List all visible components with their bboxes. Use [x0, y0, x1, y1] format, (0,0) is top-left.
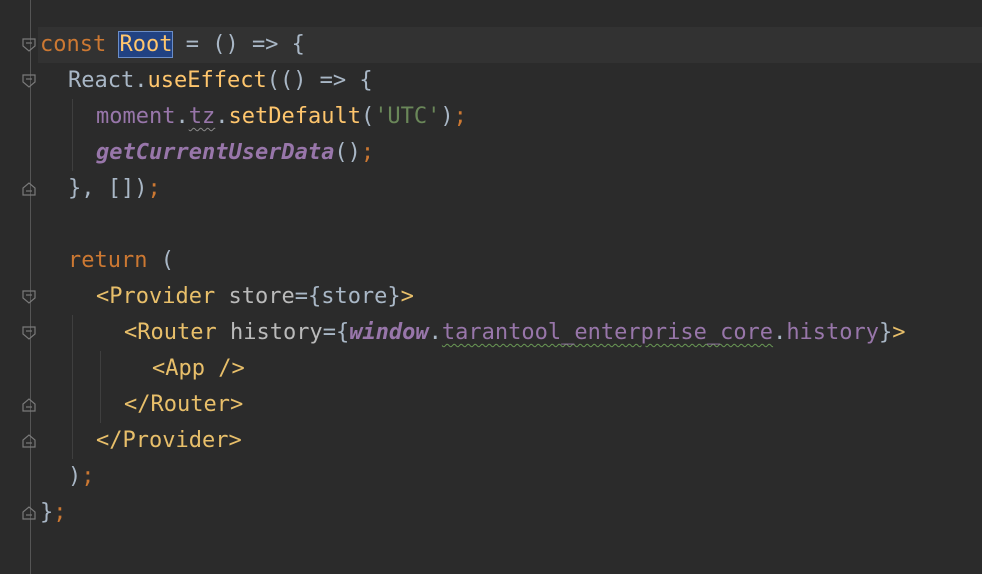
semicolon: ; — [360, 140, 375, 165]
code-token: = — [294, 284, 308, 309]
jsx-attr-store: store — [215, 284, 295, 309]
identifier-moment: moment — [96, 104, 176, 129]
property-tarantool-enterprise-core: tarantool_enterprise_core — [441, 320, 774, 345]
string-utc: 'UTC' — [374, 104, 441, 129]
jsx-tag-close-bracket: > — [892, 320, 906, 345]
code-line-2[interactable]: React.useEffect(() => { — [68, 63, 373, 99]
function-setdefault: setDefault — [228, 104, 361, 129]
code-line-4[interactable]: getCurrentUserData(); — [96, 135, 374, 171]
selected-identifier-root[interactable]: Root — [118, 31, 174, 58]
code-token: () — [334, 140, 361, 165]
jsx-tag-provider-close: </Provider> — [96, 428, 242, 453]
code-line-11[interactable]: </Router> — [124, 387, 243, 423]
semicolon: ; — [81, 464, 95, 489]
code-line-12[interactable]: </Provider> — [96, 423, 242, 459]
jsx-tag-close-bracket: > — [400, 284, 414, 309]
semicolon: ; — [147, 176, 161, 201]
semicolon: ; — [53, 500, 67, 525]
code-token: (() => { — [266, 68, 373, 93]
jsx-tag-provider-open: <Provider — [96, 284, 216, 309]
code-token: . — [175, 104, 189, 129]
keyword-return: return — [68, 248, 148, 273]
fold-close-icon[interactable] — [22, 434, 36, 448]
indent-guide — [72, 99, 73, 171]
function-getcurrentuserdata: getCurrentUserData — [96, 140, 335, 165]
code-line-3[interactable]: moment.tz.setDefault('UTC'); — [96, 99, 467, 135]
code-token: . — [773, 320, 787, 345]
identifier-react: React — [68, 68, 135, 93]
fold-close-icon[interactable] — [22, 506, 36, 520]
fold-close-icon[interactable] — [22, 182, 36, 196]
fold-open-icon[interactable] — [22, 290, 36, 304]
identifier-window: window — [349, 320, 429, 345]
code-line-1[interactable]: const Root = () => { — [40, 27, 305, 63]
code-token: { — [335, 320, 350, 345]
property-history: history — [786, 320, 880, 345]
indent-guide — [72, 315, 73, 459]
fold-open-icon[interactable] — [22, 326, 36, 340]
code-line-7[interactable]: return ( — [68, 243, 174, 279]
code-line-9[interactable]: <Router history={window.tarantool_enterp… — [124, 315, 906, 351]
jsx-tag-app: <App /> — [152, 356, 245, 381]
function-useeffect: useEffect — [147, 68, 267, 93]
code-line-13[interactable]: ); — [68, 459, 95, 495]
code-token: }, []) — [68, 176, 148, 201]
jsx-attr-value: {store} — [307, 284, 401, 309]
code-token: ) — [68, 464, 82, 489]
jsx-tag-router-close: </Router> — [124, 392, 244, 417]
code-token: } — [40, 500, 54, 525]
code-token: = () => { — [172, 32, 305, 57]
code-token: . — [134, 68, 148, 93]
code-token: } — [879, 320, 893, 345]
code-token: . — [428, 320, 442, 345]
semicolon: ; — [453, 104, 467, 129]
code-token: = — [322, 320, 336, 345]
property-tz: tz — [188, 104, 216, 129]
indent-guide — [100, 351, 101, 423]
keyword-const: const — [40, 32, 107, 57]
code-token: ( — [147, 248, 174, 273]
fold-open-icon[interactable] — [22, 74, 36, 88]
code-line-8[interactable]: <Provider store={store}> — [96, 279, 414, 315]
code-token: ) — [440, 104, 454, 129]
code-line-14[interactable]: }; — [40, 495, 67, 531]
fold-open-icon[interactable] — [22, 38, 36, 52]
code-editor[interactable]: const Root = () => { React.useEffect(() … — [0, 0, 982, 574]
code-line-5[interactable]: }, []); — [68, 171, 161, 207]
fold-close-icon[interactable] — [22, 398, 36, 412]
code-line-10[interactable]: <App /> — [152, 351, 245, 387]
code-token: . — [215, 104, 229, 129]
jsx-tag-router-open: <Router — [124, 320, 217, 345]
code-token: ( — [360, 104, 375, 129]
jsx-attr-history: history — [216, 320, 323, 345]
